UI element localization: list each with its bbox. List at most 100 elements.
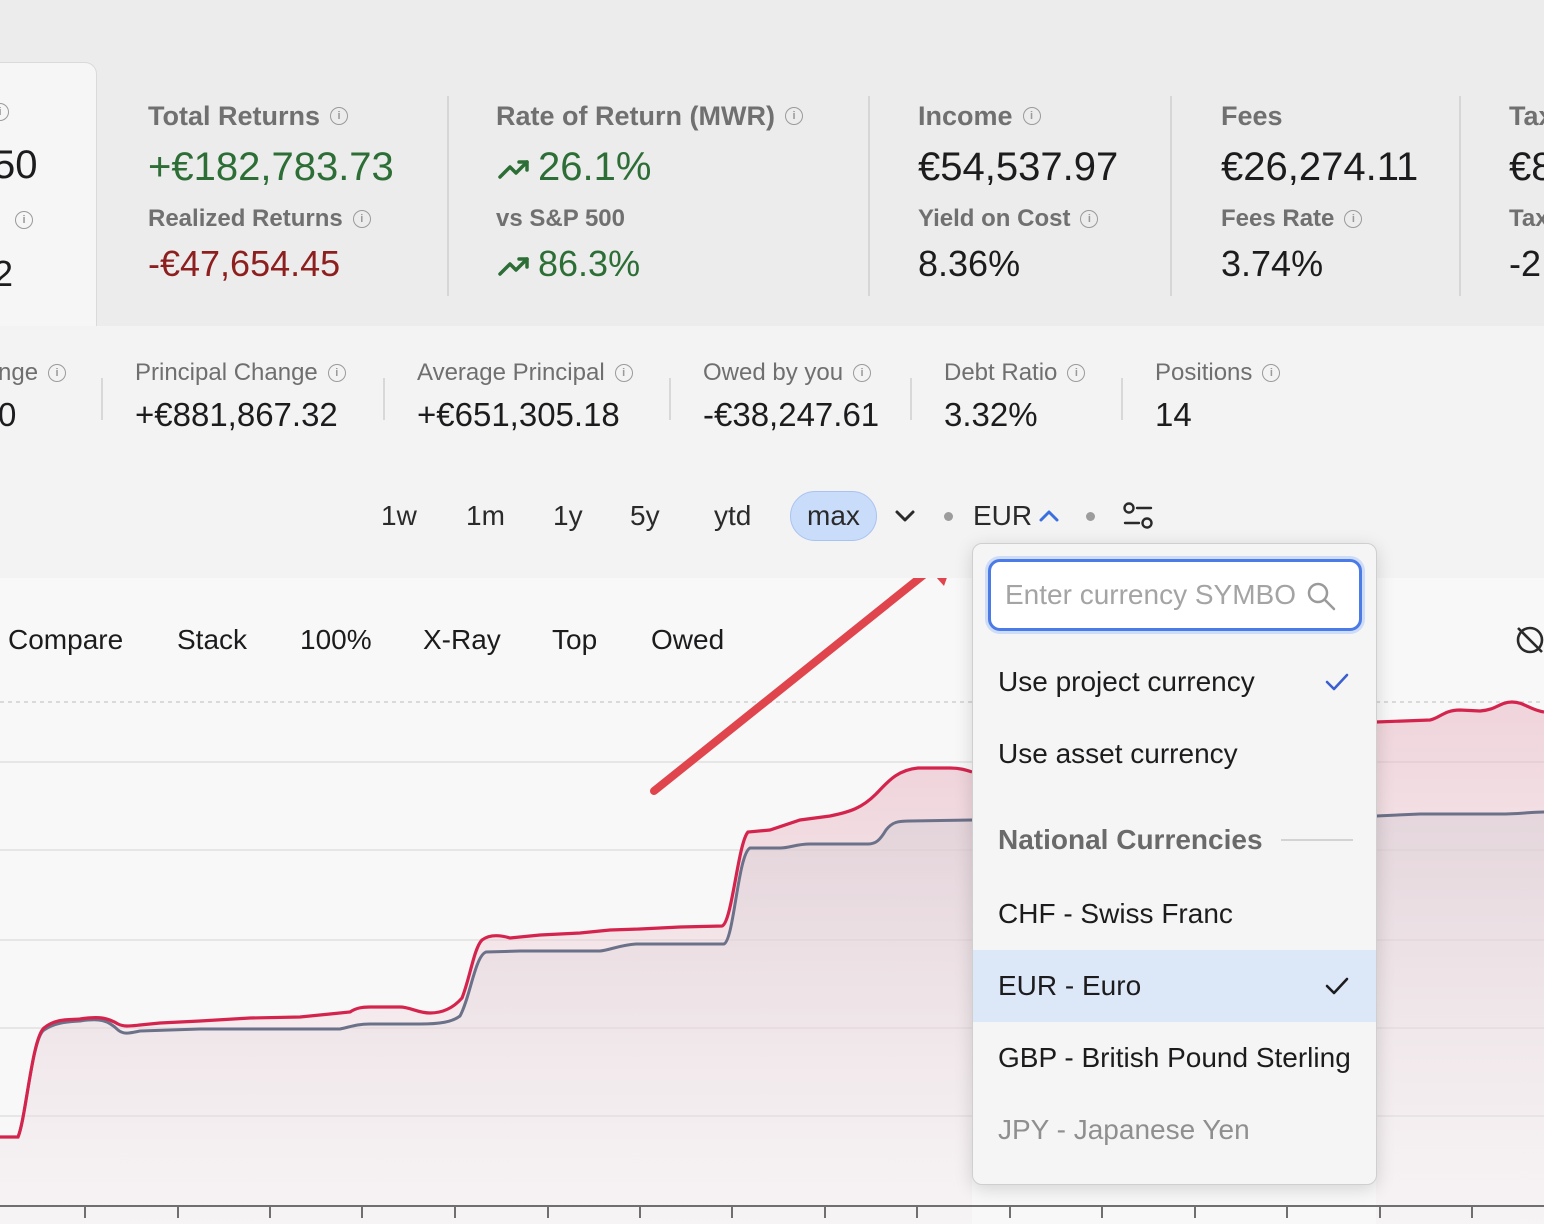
info-icon[interactable]: i [1344,210,1363,228]
group-divider [1280,839,1353,841]
hide-icon[interactable] [1516,626,1544,654]
check-icon [1325,977,1349,995]
currency-search-field[interactable] [988,559,1362,631]
metric-value: €26,274.11 [1221,144,1419,189]
metric-sub-label: Fees Rate [1221,205,1335,232]
metric-label: Total Returns [148,100,321,131]
principal-area [0,820,972,1224]
option-chf[interactable]: CHF - Swiss Franc [973,878,1376,950]
separator-dot [944,512,953,521]
check-icon [1325,673,1349,691]
metric-income: Income i €54,537.97 Yield on Cost i 8.36% [918,96,1118,286]
metric-label: Fees [1221,100,1283,131]
info-icon[interactable]: i [15,211,33,229]
metric-value: 26.1% [538,144,652,189]
metric-fees: Fees €26,274.11 Fees Rate i 3.74% [1221,96,1418,286]
trend-up-icon [498,160,529,179]
metric-positions: Positions i 14 [1155,356,1281,434]
settings-sliders-icon[interactable] [1120,500,1156,532]
metric-sub-value: 2 [0,253,13,295]
range-max[interactable]: max [790,491,877,541]
range-1y[interactable]: 1y [553,500,583,532]
metric-owed-by-you: Owed by you i -€38,247.61 [703,356,879,434]
option-label: GBP - British Pound Sterling [998,1042,1351,1073]
metric-sub-value: 86.3% [538,243,641,284]
metric-value: +€182,783.73 [148,144,394,189]
info-icon[interactable]: i [853,364,872,382]
info-icon[interactable]: i [330,107,349,125]
metric-principal-change: Principal Change i +€881,867.32 [135,356,346,434]
option-eur[interactable]: EUR - Euro [973,950,1376,1022]
metric-label: Average Principal [417,359,605,386]
range-5y[interactable]: 5y [630,500,660,532]
divider [383,378,385,420]
metric-debt-ratio: Debt Ratio i 3.32% [944,356,1086,434]
range-1m[interactable]: 1m [466,500,505,532]
info-icon[interactable]: i [1080,210,1099,228]
metric-label: Positions [1155,359,1253,386]
metric-value: 0 [0,396,17,433]
range-ytd[interactable]: ytd [714,500,751,532]
divider [910,378,912,420]
divider [447,96,449,296]
option-use-asset-currency[interactable]: Use asset currency [973,718,1376,790]
option-jpy[interactable]: JPY - Japanese Yen [973,1094,1376,1166]
metric-sub-label: vs S&P 500 [496,205,625,232]
metric-sub-value: -2 [1509,243,1542,284]
metric-tax: Tax €8 Tax -2 [1509,96,1544,286]
metric-label: Owed by you [703,359,844,386]
divider [1459,96,1461,296]
option-label: Use project currency [998,666,1255,697]
metric-sub-label: Yield on Cost [918,205,1071,232]
currency-selector[interactable]: EUR [973,500,1032,532]
option-label: CHF - Swiss Franc [998,898,1233,929]
info-icon[interactable]: i [327,364,346,382]
option-label: JPY - Japanese Yen [998,1114,1250,1145]
metric-label: nge [0,359,39,386]
option-use-project-currency[interactable]: Use project currency [973,646,1376,718]
metric-value: 3.32% [944,396,1038,433]
divider [669,378,671,420]
info-icon[interactable]: i [352,210,371,228]
trend-up-icon [498,257,529,276]
info-icon[interactable]: i [784,107,803,125]
divider [868,96,870,296]
metric-label: Income [918,100,1013,131]
chevron-down-icon[interactable] [893,505,917,527]
metric-sub-label: Realized Returns [148,205,343,232]
metric-sub-value: 8.36% [918,243,1021,284]
option-gbp[interactable]: GBP - British Pound Sterling [973,1022,1376,1094]
metric-label: Debt Ratio [944,359,1058,386]
summary-metrics-panel: i 50 l i 2 Total Returns i +€182,783.73 R… [0,0,1544,332]
option-label: Use asset currency [998,738,1238,769]
metric-value: 50 [0,143,38,187]
metric-label: Tax [1509,100,1544,131]
metric-sub-value: -€47,654.45 [148,243,341,284]
chevron-up-icon[interactable] [1037,505,1061,527]
metric-value: 14 [1155,396,1192,433]
metric-card-partial[interactable]: i 50 l i 2 [0,62,97,332]
info-icon[interactable]: i [1262,364,1281,382]
principal-area-right [1376,812,1544,1224]
metric-value: +€881,867.32 [135,396,338,433]
range-1w[interactable]: 1w [381,500,417,532]
info-icon[interactable]: i [614,364,633,382]
divider [1170,96,1172,296]
currency-dropdown: Use project currency Use asset currency … [972,543,1377,1185]
metric-sub-label: Tax [1509,205,1544,232]
info-icon[interactable]: i [48,364,67,382]
metric-partial-change: nge i 0 [0,356,67,434]
metric-sub-value: 3.74% [1221,243,1324,284]
info-icon[interactable]: i [0,103,9,121]
metric-value: €54,537.97 [918,144,1119,189]
currency-search-input[interactable] [1005,574,1295,616]
info-icon[interactable]: i [1022,107,1041,125]
metric-average-principal: Average Principal i +€651,305.18 [417,356,633,434]
info-icon[interactable]: i [1067,364,1086,382]
search-icon [1307,582,1336,611]
group-header: National Currencies [998,824,1353,856]
divider [1121,378,1123,420]
metric-value: +€651,305.18 [417,396,620,433]
option-label: EUR - Euro [998,970,1142,1001]
metric-value: -€38,247.61 [703,396,880,433]
